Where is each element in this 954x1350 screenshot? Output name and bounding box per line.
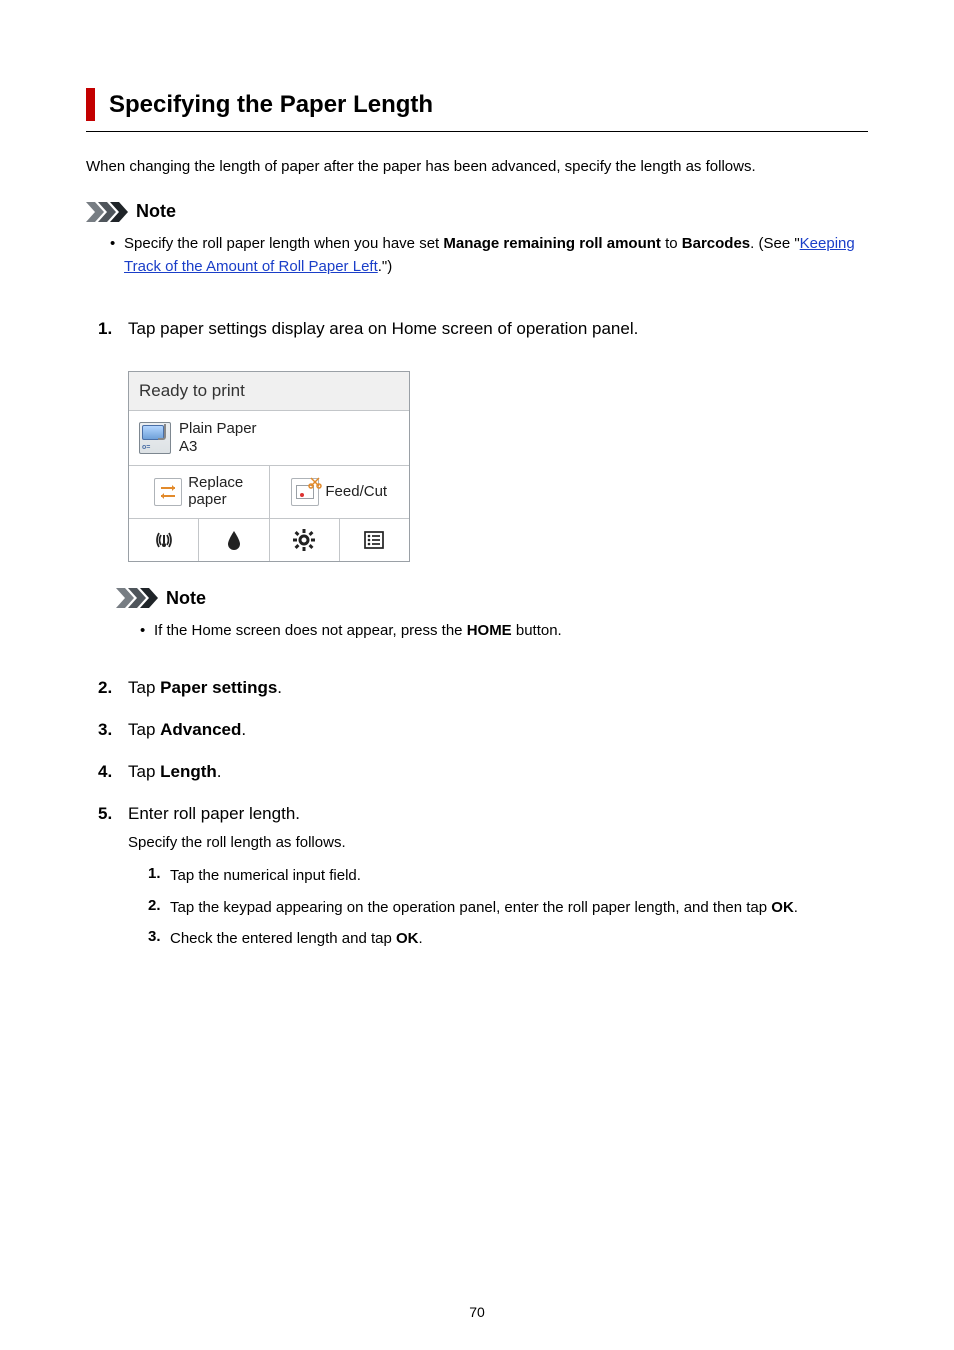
note-header: Note [86,201,868,222]
wireless-icon [153,530,175,550]
paper-info-area[interactable]: o= Plain Paper A3 [129,410,409,465]
jobs-button[interactable] [339,519,409,561]
sub-num: 3. [148,928,170,950]
t: Check the entered length and tap [170,930,396,947]
note-body: • Specify the roll paper length when you… [110,232,868,279]
step-number: 5. [98,804,128,824]
step-1: 1. Tap paper settings display area on Ho… [86,319,868,339]
title-accent-bar [86,88,95,121]
step-5: 5. Enter roll paper length. [86,804,868,824]
replace-paper-button[interactable]: Replace paper [129,466,269,518]
sub-2: 2. Tap the keypad appearing on the opera… [148,897,868,919]
note-chevrons-icon [116,588,160,608]
step-text: Tap paper settings display area on Home … [128,319,868,339]
sub-text: Tap the keypad appearing on the operatio… [170,897,868,919]
sub-text: Check the entered length and tap OK. [170,928,868,950]
sub-num: 2. [148,897,170,919]
step-4: 4. Tap Length. [86,762,868,782]
page-title-row: Specifying the Paper Length [86,88,868,132]
t: Advanced [160,720,241,739]
t: button. [512,622,562,639]
replace-label: Replace paper [188,475,243,508]
t: . [217,762,222,781]
note-label: Note [166,588,206,609]
note-label: Note [136,201,176,222]
t: OK [396,930,419,947]
paper-roll-icon: o= [139,422,171,454]
operation-panel-screenshot: Ready to print o= Plain Paper A3 [128,371,410,562]
bullet-dot: • [110,232,124,279]
note-bullet: • If the Home screen does not appear, pr… [140,619,868,642]
step-text: Enter roll paper length. [128,804,868,824]
inner-note-body: • If the Home screen does not appear, pr… [140,619,868,642]
feedcut-label: Feed/Cut [325,483,387,500]
bullet-dot: • [140,619,154,642]
t: to [661,235,682,252]
inner-note-header: Note [116,588,868,609]
step-number: 1. [98,319,128,339]
note-bullet: • Specify the roll paper length when you… [110,232,868,279]
settings-button[interactable] [269,519,339,561]
sub-num: 1. [148,865,170,887]
status-bar: Ready to print [129,372,409,410]
t: Tap [128,720,160,739]
t: Barcodes [682,235,750,252]
wireless-button[interactable] [129,519,198,561]
step-text: Tap Length. [128,762,868,782]
t: . [419,930,423,947]
sub-3: 3. Check the entered length and tap OK. [148,928,868,950]
step-number: 3. [98,720,128,740]
ink-icon [226,530,242,550]
t: Specify the roll paper length when you h… [124,235,443,252]
page-number: 70 [0,1304,954,1320]
step-text: Tap Paper settings. [128,678,868,698]
t: Tap the keypad appearing on the operatio… [170,899,771,916]
t: Tap [128,762,160,781]
l1: Replace [188,475,243,492]
feed-cut-icon [291,478,319,506]
sub-1: 1. Tap the numerical input field. [148,865,868,887]
t: . (See " [750,235,800,252]
actions-row: Replace paper Feed/Cut [129,465,409,518]
step-text: Tap Advanced. [128,720,868,740]
t: Length [160,762,217,781]
note-bullet-text: Specify the roll paper length when you h… [124,232,868,279]
t: Paper settings [160,678,277,697]
t: . [277,678,282,697]
sub-text: Tap the numerical input field. [170,865,868,887]
step-5-desc: Specify the roll length as follows. [128,834,868,851]
paper-text: Plain Paper A3 [179,420,257,456]
paper-line2: A3 [179,438,257,456]
t: . [241,720,246,739]
note-chevrons-icon [86,202,130,222]
page-title: Specifying the Paper Length [109,88,433,121]
l2: paper [188,492,243,509]
intro-text: When changing the length of paper after … [86,158,868,175]
bottom-toolbar [129,518,409,561]
t: OK [771,899,794,916]
t: .") [378,258,393,275]
t: HOME [467,622,512,639]
settings-gear-icon [293,529,315,551]
step-3: 3. Tap Advanced. [86,720,868,740]
t: Tap [128,678,160,697]
step-2: 2. Tap Paper settings. [86,678,868,698]
note-bullet-text: If the Home screen does not appear, pres… [154,619,868,642]
step-number: 2. [98,678,128,698]
paper-line1: Plain Paper [179,420,257,438]
step-number: 4. [98,762,128,782]
replace-icon [154,478,182,506]
jobs-list-icon [364,531,384,549]
t: . [794,899,798,916]
feed-cut-button[interactable]: Feed/Cut [269,466,410,518]
ink-button[interactable] [198,519,268,561]
t: Manage remaining roll amount [443,235,661,252]
step-5-sublist: 1. Tap the numerical input field. 2. Tap… [148,865,868,950]
t: If the Home screen does not appear, pres… [154,622,467,639]
status-text: Ready to print [139,381,245,401]
